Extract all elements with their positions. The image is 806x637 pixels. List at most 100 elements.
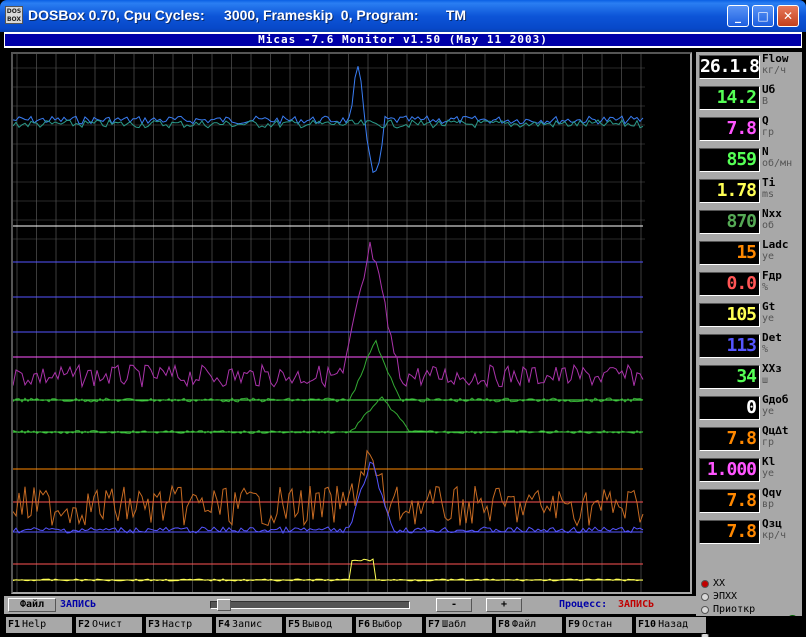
window-title: DOSBox 0.70, Cpu Cycles: 3000, Frameskip… xyxy=(28,7,467,23)
trace-green-2 xyxy=(13,396,644,435)
fkey-label: Очист xyxy=(92,619,123,630)
trace-orange xyxy=(13,449,644,527)
mode-label: XX xyxy=(713,578,726,589)
fkey-label: Файл xyxy=(512,619,537,630)
fkey-label: Назад xyxy=(658,619,689,630)
gauge-value: 0 xyxy=(699,396,760,420)
gauge-unit: ш xyxy=(762,375,769,386)
gauge-value: 15 xyxy=(699,241,760,265)
gauge-name: Qзц xyxy=(762,517,782,530)
mode-label: ЭПХХ xyxy=(713,591,738,602)
fkey-f2[interactable]: F2 Очист xyxy=(76,617,142,633)
gauge-value: 105 xyxy=(699,303,760,327)
gauge-name: Ladc xyxy=(762,238,789,251)
title-bar[interactable]: DOS BOX DOSBox 0.70, Cpu Cycles: 3000, F… xyxy=(0,0,806,32)
plus-button[interactable]: + xyxy=(486,598,522,612)
time-slider[interactable] xyxy=(210,601,410,609)
fkey-f9[interactable]: F9 Остан xyxy=(566,617,632,633)
gauge-unit: % xyxy=(762,344,769,355)
slider-thumb[interactable] xyxy=(217,599,231,611)
fkey-label: Запис xyxy=(232,619,263,630)
fkey-key: F6 xyxy=(358,619,371,630)
gauge-name: Uб xyxy=(762,83,776,96)
fkey-label: Остан xyxy=(582,619,613,630)
gauge-0: 26.1.8 Flow кг/ч xyxy=(699,53,802,82)
minimize-button[interactable]: _ xyxy=(727,5,749,27)
gauge-2: 7.8 Qгр xyxy=(699,115,802,144)
radio-icon[interactable] xyxy=(701,606,709,614)
gauge-unit: об/мн xyxy=(762,158,793,169)
file-button[interactable]: Файл xyxy=(8,598,56,612)
radio-icon[interactable] xyxy=(701,580,709,588)
gauge-9: 113 Det% xyxy=(699,332,802,361)
gauge-value: 870 xyxy=(699,210,760,234)
maximize-button[interactable]: □ xyxy=(752,5,774,27)
dosbox-logo-icon: DOS BOX xyxy=(5,6,23,24)
gauge-value: 7.8 xyxy=(699,117,760,141)
minus-button[interactable]: - xyxy=(436,598,472,612)
fkey-f7[interactable]: F7 Шабл xyxy=(426,617,492,633)
fkey-f1[interactable]: F1 Help xyxy=(6,617,72,633)
gauge-value: 7.8 xyxy=(699,520,760,544)
fkey-f6[interactable]: F6 Выбор xyxy=(356,617,422,633)
gauge-unit: кр/ч xyxy=(762,530,787,541)
gauge-10: 34 XXз ш xyxy=(699,363,802,392)
fkey-key: F1 xyxy=(8,619,21,630)
gauge-value: 0.0 xyxy=(699,272,760,296)
fkey-label: Help xyxy=(22,619,47,630)
fkey-key: F10 xyxy=(638,619,657,630)
process-state: ЗАПИСЬ xyxy=(618,599,655,610)
gauge-name: Qц∆t xyxy=(762,424,789,437)
fkey-f8[interactable]: F8 Файл xyxy=(496,617,562,633)
close-button[interactable]: ✕ xyxy=(777,5,799,27)
trace-violet xyxy=(13,461,644,535)
monitor-header-text: Micas -7.6 Monitor v1.50 (May 11 2003) xyxy=(258,33,548,46)
function-key-bar: F1 Help F2 Очист F3 Настр F4 Запис F5 Вывод F6 Выбо… xyxy=(4,616,802,634)
gauge-unit: гр xyxy=(762,437,775,448)
gauge-name: XXз xyxy=(762,362,782,375)
monitor-header: Micas -7.6 Monitor v1.50 (May 11 2003) xyxy=(4,32,802,48)
fkey-label: Шабл xyxy=(442,619,467,630)
mode-radio-2[interactable]: Приоткр xyxy=(701,603,801,616)
gauge-unit: В xyxy=(762,96,769,107)
gauge-name: Nxx xyxy=(762,207,782,220)
gauge-name: Ti xyxy=(762,176,776,189)
fkey-key: F3 xyxy=(148,619,161,630)
gauge-15: 7.8 Qзц кр/ч xyxy=(699,518,802,547)
fkey-key: F8 xyxy=(498,619,511,630)
gauge-unit: об xyxy=(762,220,775,231)
mode-radio-0[interactable]: XX xyxy=(701,577,801,590)
oscilloscope-plot xyxy=(11,52,692,594)
mode-radio-1[interactable]: ЭПХХ xyxy=(701,590,801,603)
gauge-value: 1.78 xyxy=(699,179,760,203)
gauge-unit: уе xyxy=(762,468,775,479)
gauge-name: Q xyxy=(762,114,769,127)
fkey-f4[interactable]: F4 Запис xyxy=(216,617,282,633)
gauge-unit: уе xyxy=(762,251,775,262)
fkey-f10[interactable]: F10 Назад xyxy=(636,617,706,633)
trace-magenta xyxy=(13,241,644,389)
process-label: Процесс: xyxy=(559,599,608,610)
gauge-unit: вр xyxy=(762,499,775,510)
gauge-name: Fдр xyxy=(762,269,782,282)
gauge-1: 14.2 Uб В xyxy=(699,84,802,113)
fkey-f5[interactable]: F5 Вывод xyxy=(286,617,352,633)
radio-icon[interactable] xyxy=(701,593,709,601)
fkey-f3[interactable]: F3 Настр xyxy=(146,617,212,633)
gauge-value: 7.8 xyxy=(699,489,760,513)
gauge-value: 7.8 xyxy=(699,427,760,451)
gauge-name: Kl xyxy=(762,455,776,468)
gauge-unit: ms xyxy=(762,189,775,200)
gauge-3: 859 Nоб/мн xyxy=(699,146,802,175)
gauge-14: 7.8 Qqv вр xyxy=(699,487,802,516)
gauge-value: 34 xyxy=(699,365,760,389)
gauge-panel: 26.1.8 Flow кг/ч 14.2 Uб В 7.8 Qгр 859 Nоб/мн 1.78… xyxy=(696,52,802,637)
gauge-unit: уе xyxy=(762,406,775,417)
gauge-unit: кг/ч xyxy=(762,65,787,76)
gauge-12: 7.8 Qц∆t гр xyxy=(699,425,802,454)
fkey-label: Вывод xyxy=(302,619,333,630)
trace-yellow xyxy=(13,558,644,582)
gauge-name: N xyxy=(762,145,769,158)
trace-green xyxy=(13,339,644,403)
fkey-key: F4 xyxy=(218,619,231,630)
